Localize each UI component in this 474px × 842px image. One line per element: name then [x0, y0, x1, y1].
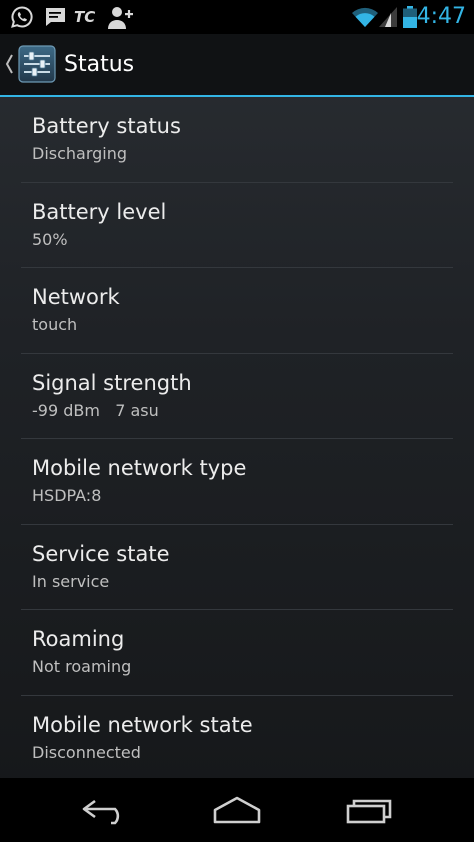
settings-sliders-icon[interactable] [18, 45, 56, 83]
battery-icon [403, 6, 417, 28]
recent-apps-icon[interactable] [340, 792, 400, 828]
list-item-signal-strength[interactable]: Signal strength -99 dBm 7 asu [21, 354, 453, 439]
item-title: Network [32, 285, 120, 309]
list-item-battery-level[interactable]: Battery level 50% [21, 183, 453, 268]
caret-left-icon[interactable] [4, 52, 14, 76]
item-title: Service state [32, 541, 170, 566]
message-icon [45, 8, 65, 26]
page-title: Status [64, 52, 135, 77]
item-summary: In service [32, 571, 110, 591]
list-item-battery-status[interactable]: Battery status Discharging [21, 97, 453, 183]
item-title: Battery status [32, 114, 181, 138]
whatsapp-icon [11, 6, 33, 28]
status-screen: TC 4:47 Status Battery status Dischargin… [0, 0, 474, 842]
item-title: Signal strength [32, 370, 192, 395]
list-item-service-state[interactable]: Service state In service [21, 525, 453, 610]
item-summary: -99 dBm 7 asu [32, 400, 159, 420]
item-summary: Discharging [32, 144, 128, 163]
item-title: Roaming [32, 627, 125, 651]
item-summary: touch [32, 315, 78, 334]
clock: 4:47 [416, 4, 466, 29]
item-title: Mobile network type [32, 456, 247, 480]
item-title: Battery level [32, 199, 167, 224]
home-icon[interactable] [207, 792, 267, 828]
list-item-network[interactable]: Network touch [21, 268, 453, 354]
list-item-mobile-network-type[interactable]: Mobile network type HSDPA:8 [21, 439, 453, 525]
list-item-mobile-network-state[interactable]: Mobile network state Disconnected [21, 696, 453, 782]
status-list: Battery status Discharging Battery level… [0, 97, 474, 781]
back-icon[interactable] [75, 792, 135, 828]
wifi-icon [352, 7, 378, 27]
item-summary: Disconnected [32, 742, 141, 762]
add-contact-icon [108, 7, 133, 29]
item-summary: HSDPA:8 [32, 486, 102, 505]
cell-signal-icon [379, 7, 397, 27]
action-bar: Status [0, 34, 474, 97]
navigation-bar [0, 778, 474, 842]
tc-icon: TC [74, 8, 96, 26]
system-status-bar: TC 4:47 [0, 0, 474, 34]
item-summary: Not roaming [32, 657, 132, 676]
list-item-roaming[interactable]: Roaming Not roaming [21, 610, 453, 696]
item-title: Mobile network state [32, 712, 253, 737]
item-summary: 50% [32, 229, 68, 249]
